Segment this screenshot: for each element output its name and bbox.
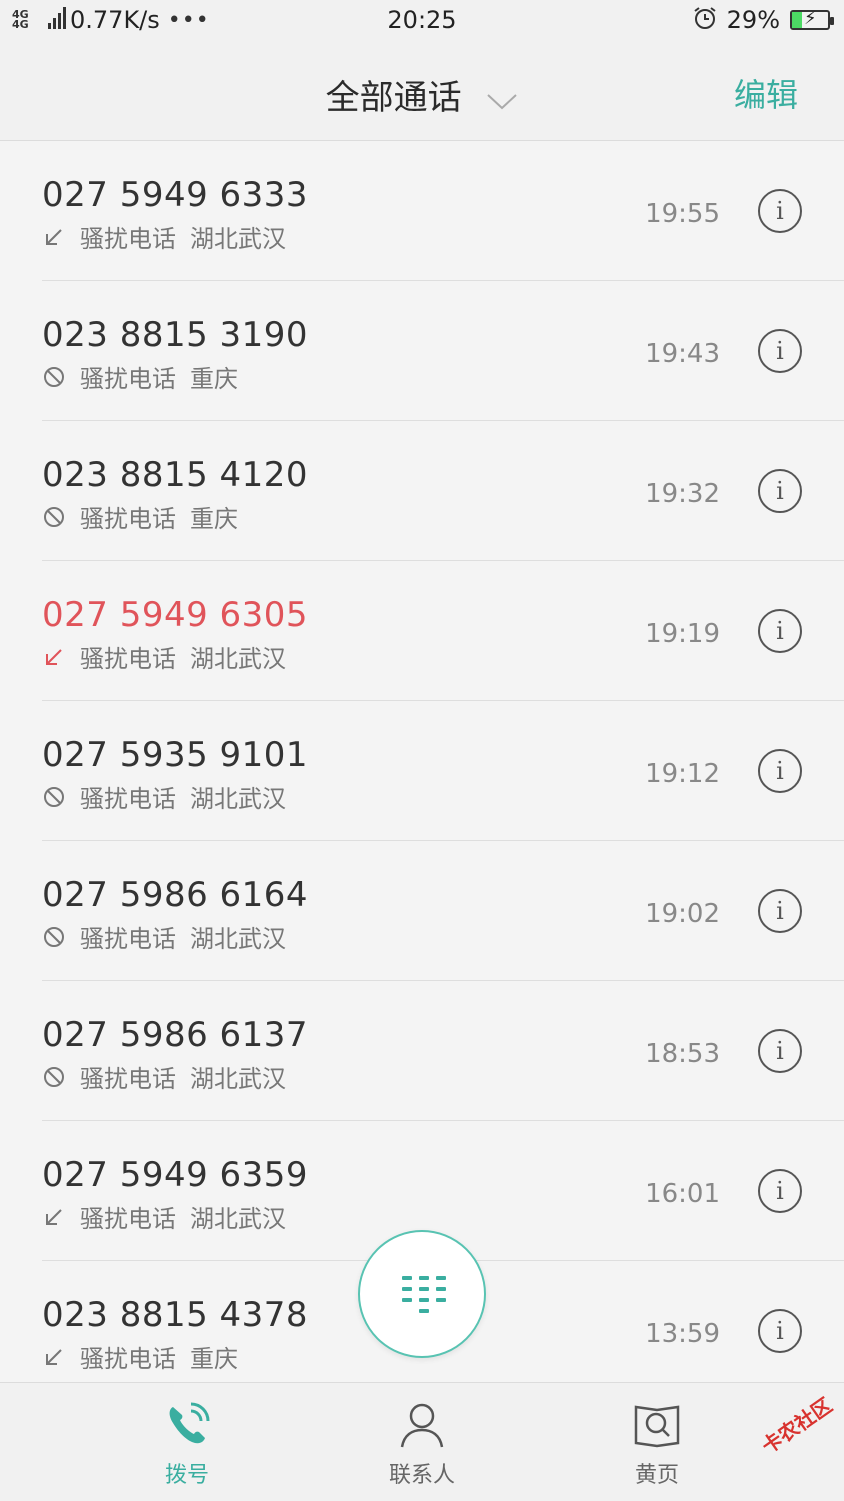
call-number: 027 5949 6333 (42, 175, 309, 215)
battery-icon: ⚡ (790, 8, 834, 30)
call-location: 湖北武汉 (190, 925, 286, 953)
incoming-call-icon (42, 225, 66, 249)
call-location: 湖北武汉 (190, 225, 286, 253)
call-number: 027 5986 6164 (42, 875, 309, 915)
call-time: 16:01 (645, 1179, 720, 1209)
page-title: 全部通话 (325, 78, 462, 118)
call-info-icon[interactable]: i (758, 889, 802, 933)
call-time: 19:32 (645, 479, 720, 509)
call-info-icon[interactable]: i (758, 469, 802, 513)
call-log-list: 027 5949 6333 骚扰电话 湖北武汉 19:55 i 023 8815 3190… (0, 141, 844, 1401)
call-tag: 骚扰电话 (80, 225, 176, 253)
call-filter-dropdown[interactable]: 全部通话 (0, 70, 844, 120)
call-tag: 骚扰电话 (80, 1065, 176, 1093)
call-log-row[interactable]: 027 5986 6164 骚扰电话 湖北武汉 19:02 i (0, 841, 844, 981)
blocked-call-icon (42, 505, 66, 529)
phone-icon (163, 1401, 211, 1449)
call-time: 19:12 (645, 759, 720, 789)
call-time: 19:19 (645, 619, 720, 649)
blocked-call-icon (42, 785, 66, 809)
call-details: 骚扰电话 重庆 (42, 499, 238, 534)
call-location: 重庆 (190, 505, 238, 533)
call-info-icon[interactable]: i (758, 1029, 802, 1073)
incoming-call-icon (42, 1345, 66, 1369)
call-tag: 骚扰电话 (80, 365, 176, 393)
tab-yellow-pages-label: 黄页 (634, 1463, 679, 1488)
status-bar: 4G 4G 0.77K/s ••• 20:25 29% ⚡ (0, 0, 844, 46)
tab-yellow-pages[interactable]: 黄页 (577, 1383, 737, 1501)
call-info-icon[interactable]: i (758, 1309, 802, 1353)
call-info-icon[interactable]: i (758, 189, 802, 233)
bottom-navigation: 拨号 联系人 黄页 (0, 1382, 844, 1501)
call-location: 湖北武汉 (190, 785, 286, 813)
call-time: 19:55 (645, 199, 720, 229)
call-log-row[interactable]: 023 8815 4120 骚扰电话 重庆 19:32 i (0, 421, 844, 561)
blocked-call-icon (42, 1065, 66, 1089)
call-number: 027 5986 6137 (42, 1015, 309, 1055)
call-tag: 骚扰电话 (80, 1205, 176, 1233)
yellow-pages-icon (633, 1401, 681, 1449)
header-bar: 全部通话 编辑 (0, 46, 844, 141)
battery-percentage: 29% (726, 6, 780, 34)
call-time: 13:59 (645, 1319, 720, 1349)
call-log-row[interactable]: 027 5935 9101 骚扰电话 湖北武汉 19:12 i (0, 701, 844, 841)
call-tag: 骚扰电话 (80, 785, 176, 813)
call-time: 19:43 (645, 339, 720, 369)
call-number: 023 8815 4120 (42, 455, 309, 495)
call-number: 027 5949 6305 (42, 595, 309, 635)
call-log-row[interactable]: 027 5986 6137 骚扰电话 湖北武汉 18:53 i (0, 981, 844, 1121)
chevron-down-icon (486, 80, 518, 120)
call-details: 骚扰电话 湖北武汉 (42, 779, 286, 814)
call-info-icon[interactable]: i (758, 1169, 802, 1213)
tab-contacts-label: 联系人 (388, 1463, 455, 1488)
battery-level-fill (792, 12, 803, 28)
call-details: 骚扰电话 湖北武汉 (42, 1199, 286, 1234)
call-location: 重庆 (190, 1345, 238, 1373)
call-details: 骚扰电话 湖北武汉 (42, 919, 286, 954)
charging-bolt-icon: ⚡ (804, 8, 817, 29)
call-time: 19:02 (645, 899, 720, 929)
missed-call-icon (42, 645, 66, 669)
call-number: 023 8815 4378 (42, 1295, 309, 1335)
tab-dial-label: 拨号 (164, 1463, 209, 1488)
call-tag: 骚扰电话 (80, 645, 176, 673)
call-time: 18:53 (645, 1039, 720, 1069)
alarm-icon (693, 6, 717, 34)
call-number: 023 8815 3190 (42, 315, 309, 355)
person-icon (398, 1401, 446, 1449)
call-location: 湖北武汉 (190, 1205, 286, 1233)
call-log-row[interactable]: 023 8815 3190 骚扰电话 重庆 19:43 i (0, 281, 844, 421)
call-tag: 骚扰电话 (80, 1345, 176, 1373)
call-details: 骚扰电话 重庆 (42, 1339, 238, 1374)
call-details: 骚扰电话 湖北武汉 (42, 219, 286, 254)
tab-contacts[interactable]: 联系人 (342, 1383, 502, 1501)
status-right: 29% ⚡ (693, 6, 834, 34)
call-details: 骚扰电话 重庆 (42, 359, 238, 394)
tab-dial[interactable]: 拨号 (107, 1383, 267, 1501)
call-info-icon[interactable]: i (758, 609, 802, 653)
call-location: 湖北武汉 (190, 1065, 286, 1093)
call-info-icon[interactable]: i (758, 749, 802, 793)
call-log-row[interactable]: 027 5949 6333 骚扰电话 湖北武汉 19:55 i (0, 141, 844, 281)
blocked-call-icon (42, 925, 66, 949)
call-tag: 骚扰电话 (80, 505, 176, 533)
call-number: 027 5949 6359 (42, 1155, 309, 1195)
edit-button[interactable]: 编辑 (734, 70, 798, 116)
dialpad-icon (402, 1276, 446, 1313)
call-info-icon[interactable]: i (758, 329, 802, 373)
battery-tip (830, 17, 834, 25)
call-number: 027 5935 9101 (42, 735, 309, 775)
call-tag: 骚扰电话 (80, 925, 176, 953)
call-location: 湖北武汉 (190, 645, 286, 673)
call-log-row[interactable]: 027 5949 6305 骚扰电话 湖北武汉 19:19 i (0, 561, 844, 701)
call-details: 骚扰电话 湖北武汉 (42, 639, 286, 674)
call-location: 重庆 (190, 365, 238, 393)
dialpad-button[interactable] (358, 1230, 486, 1358)
incoming-call-icon (42, 1205, 66, 1229)
blocked-call-icon (42, 365, 66, 389)
call-details: 骚扰电话 湖北武汉 (42, 1059, 286, 1094)
